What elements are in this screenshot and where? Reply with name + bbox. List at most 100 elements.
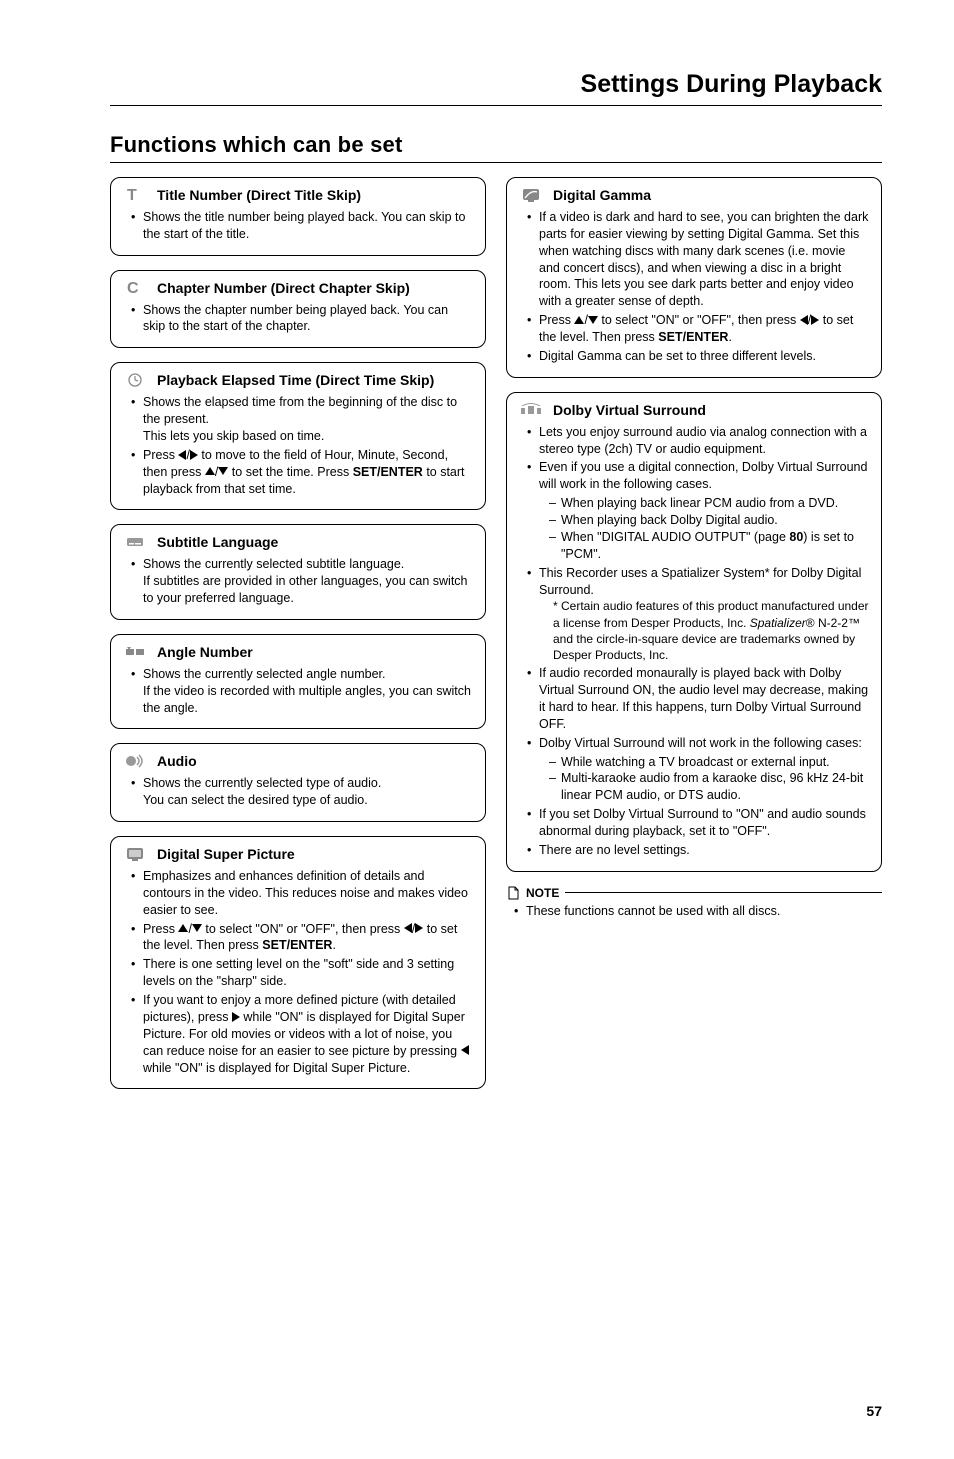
- bullet-item: Press / to select "ON" or "OFF", then pr…: [131, 921, 473, 955]
- bullet-item: Shows the elapsed time from the beginnin…: [131, 394, 473, 445]
- box-title: Digital Super Picture: [157, 845, 473, 864]
- dash-item: When playing back linear PCM audio from …: [549, 495, 869, 512]
- chapter-icon: C: [123, 279, 147, 297]
- text: When "DIGITAL AUDIO OUTPUT" (page: [561, 530, 789, 544]
- box-title: Playback Elapsed Time (Direct Time Skip): [157, 371, 473, 390]
- text: You can select the desired type of audio…: [143, 793, 368, 807]
- note-block: NOTE These functions cannot be used with…: [506, 886, 882, 918]
- text: to select "ON" or "OFF", then press: [202, 922, 404, 936]
- up-arrow-icon: [205, 467, 215, 475]
- bullet-item: Emphasizes and enhances definition of de…: [131, 868, 473, 919]
- set-enter-label: SET/ENTER: [658, 330, 728, 344]
- right-arrow-icon: [232, 1012, 240, 1022]
- clock-icon: [123, 371, 147, 389]
- bullet-item: Shows the chapter number being played ba…: [131, 302, 473, 336]
- box-title: Chapter Number (Direct Chapter Skip): [157, 279, 473, 298]
- bullet-list: Shows the currently selected type of aud…: [123, 775, 473, 809]
- svg-text:C: C: [127, 280, 139, 296]
- left-column: T Title Number (Direct Title Skip) Shows…: [110, 177, 486, 1103]
- bullet-list: These functions cannot be used with all …: [506, 904, 882, 918]
- right-arrow-icon: [190, 450, 198, 460]
- subtitle-icon: [123, 533, 147, 551]
- text: Press: [143, 448, 178, 462]
- bullet-item: If a video is dark and hard to see, you …: [527, 209, 869, 310]
- text: If subtitles are provided in other langu…: [143, 574, 468, 605]
- down-arrow-icon: [192, 924, 202, 932]
- trademark-italic: Spatializer: [750, 616, 806, 630]
- bullet-list: Shows the title number being played back…: [123, 209, 473, 243]
- text: Dolby Virtual Surround will not work in …: [539, 736, 862, 750]
- text: Shows the elapsed time from the beginnin…: [143, 395, 457, 426]
- note-page-icon: [506, 886, 520, 900]
- right-arrow-icon: [811, 315, 819, 325]
- text: This Recorder uses a Spatializer System*…: [539, 566, 861, 597]
- bullet-item: Shows the title number being played back…: [131, 209, 473, 243]
- bullet-item: Press / to select "ON" or "OFF", then pr…: [527, 312, 869, 346]
- bullet-item: Digital Gamma can be set to three differ…: [527, 348, 869, 365]
- bullet-list: Shows the currently selected subtitle la…: [123, 556, 473, 607]
- gamma-monitor-icon: [519, 186, 543, 204]
- text: Shows the currently selected subtitle la…: [143, 557, 404, 571]
- section-rule: [110, 162, 882, 163]
- svg-text:T: T: [127, 187, 137, 203]
- box-digital-super-picture: Digital Super Picture Emphasizes and enh…: [110, 836, 486, 1089]
- box-title: Audio: [157, 752, 473, 771]
- text: while "ON" is displayed for Digital Supe…: [143, 1061, 410, 1075]
- text: Press: [539, 313, 574, 327]
- right-arrow-icon: [415, 923, 423, 933]
- up-arrow-icon: [574, 316, 584, 324]
- dash-item: While watching a TV broadcast or externa…: [549, 754, 869, 771]
- bullet-item: Dolby Virtual Surround will not work in …: [527, 735, 869, 805]
- dsp-screen-icon: [123, 845, 147, 863]
- note-label: NOTE: [526, 886, 559, 900]
- bullet-list: Shows the chapter number being played ba…: [123, 302, 473, 336]
- dash-list: While watching a TV broadcast or externa…: [539, 754, 869, 805]
- text: If the video is recorded with multiple a…: [143, 684, 471, 715]
- bullet-list: If a video is dark and hard to see, you …: [519, 209, 869, 365]
- up-arrow-icon: [178, 924, 188, 932]
- text: Press: [143, 922, 178, 936]
- audio-icon: [123, 752, 147, 770]
- text: .: [728, 330, 731, 344]
- bullet-item: Even if you use a digital connection, Do…: [527, 459, 869, 562]
- box-title-number: T Title Number (Direct Title Skip) Shows…: [110, 177, 486, 256]
- box-title: Digital Gamma: [553, 186, 869, 205]
- left-arrow-icon: [404, 923, 412, 933]
- bullet-item: Shows the currently selected subtitle la…: [131, 556, 473, 607]
- text: .: [332, 938, 335, 952]
- set-enter-label: SET/ENTER: [262, 938, 332, 952]
- angle-icon: [123, 643, 147, 661]
- header-rule: [110, 105, 882, 106]
- section-title: Functions which can be set: [110, 132, 882, 158]
- set-enter-label: SET/ENTER: [353, 465, 423, 479]
- note-rule: [565, 892, 882, 893]
- down-arrow-icon: [218, 467, 228, 475]
- left-arrow-icon: [178, 450, 186, 460]
- box-title: Subtitle Language: [157, 533, 473, 552]
- dash-item: When playing back Dolby Digital audio.: [549, 512, 869, 529]
- text: Even if you use a digital connection, Do…: [539, 460, 867, 491]
- box-elapsed-time: Playback Elapsed Time (Direct Time Skip)…: [110, 362, 486, 510]
- text: This lets you skip based on time.: [143, 429, 324, 443]
- bullet-list: Lets you enjoy surround audio via analog…: [519, 424, 869, 859]
- bullet-item: If you want to enjoy a more defined pict…: [131, 992, 473, 1076]
- page-number: 57: [110, 1403, 882, 1419]
- text: to set the time. Press: [228, 465, 352, 479]
- bullet-item: Press / to move to the field of Hour, Mi…: [131, 447, 473, 498]
- box-title: Dolby Virtual Surround: [553, 401, 869, 420]
- bullet-item: Shows the currently selected angle numbe…: [131, 666, 473, 717]
- title-icon: T: [123, 186, 147, 204]
- dash-item: When "DIGITAL AUDIO OUTPUT" (page 80) is…: [549, 529, 869, 563]
- down-arrow-icon: [588, 316, 598, 324]
- two-column-layout: T Title Number (Direct Title Skip) Shows…: [110, 177, 882, 1103]
- bullet-item: Shows the currently selected type of aud…: [131, 775, 473, 809]
- bullet-item: There is one setting level on the "soft"…: [131, 956, 473, 990]
- left-arrow-icon: [461, 1045, 469, 1055]
- text: Shows the currently selected type of aud…: [143, 776, 381, 790]
- bullet-item: These functions cannot be used with all …: [514, 904, 882, 918]
- bullet-item: If audio recorded monaurally is played b…: [527, 665, 869, 733]
- dash-item: Multi-karaoke audio from a karaoke disc,…: [549, 770, 869, 804]
- box-title: Title Number (Direct Title Skip): [157, 186, 473, 205]
- box-dolby-virtual-surround: Dolby Virtual Surround Lets you enjoy su…: [506, 392, 882, 872]
- bullet-list: Emphasizes and enhances definition of de…: [123, 868, 473, 1077]
